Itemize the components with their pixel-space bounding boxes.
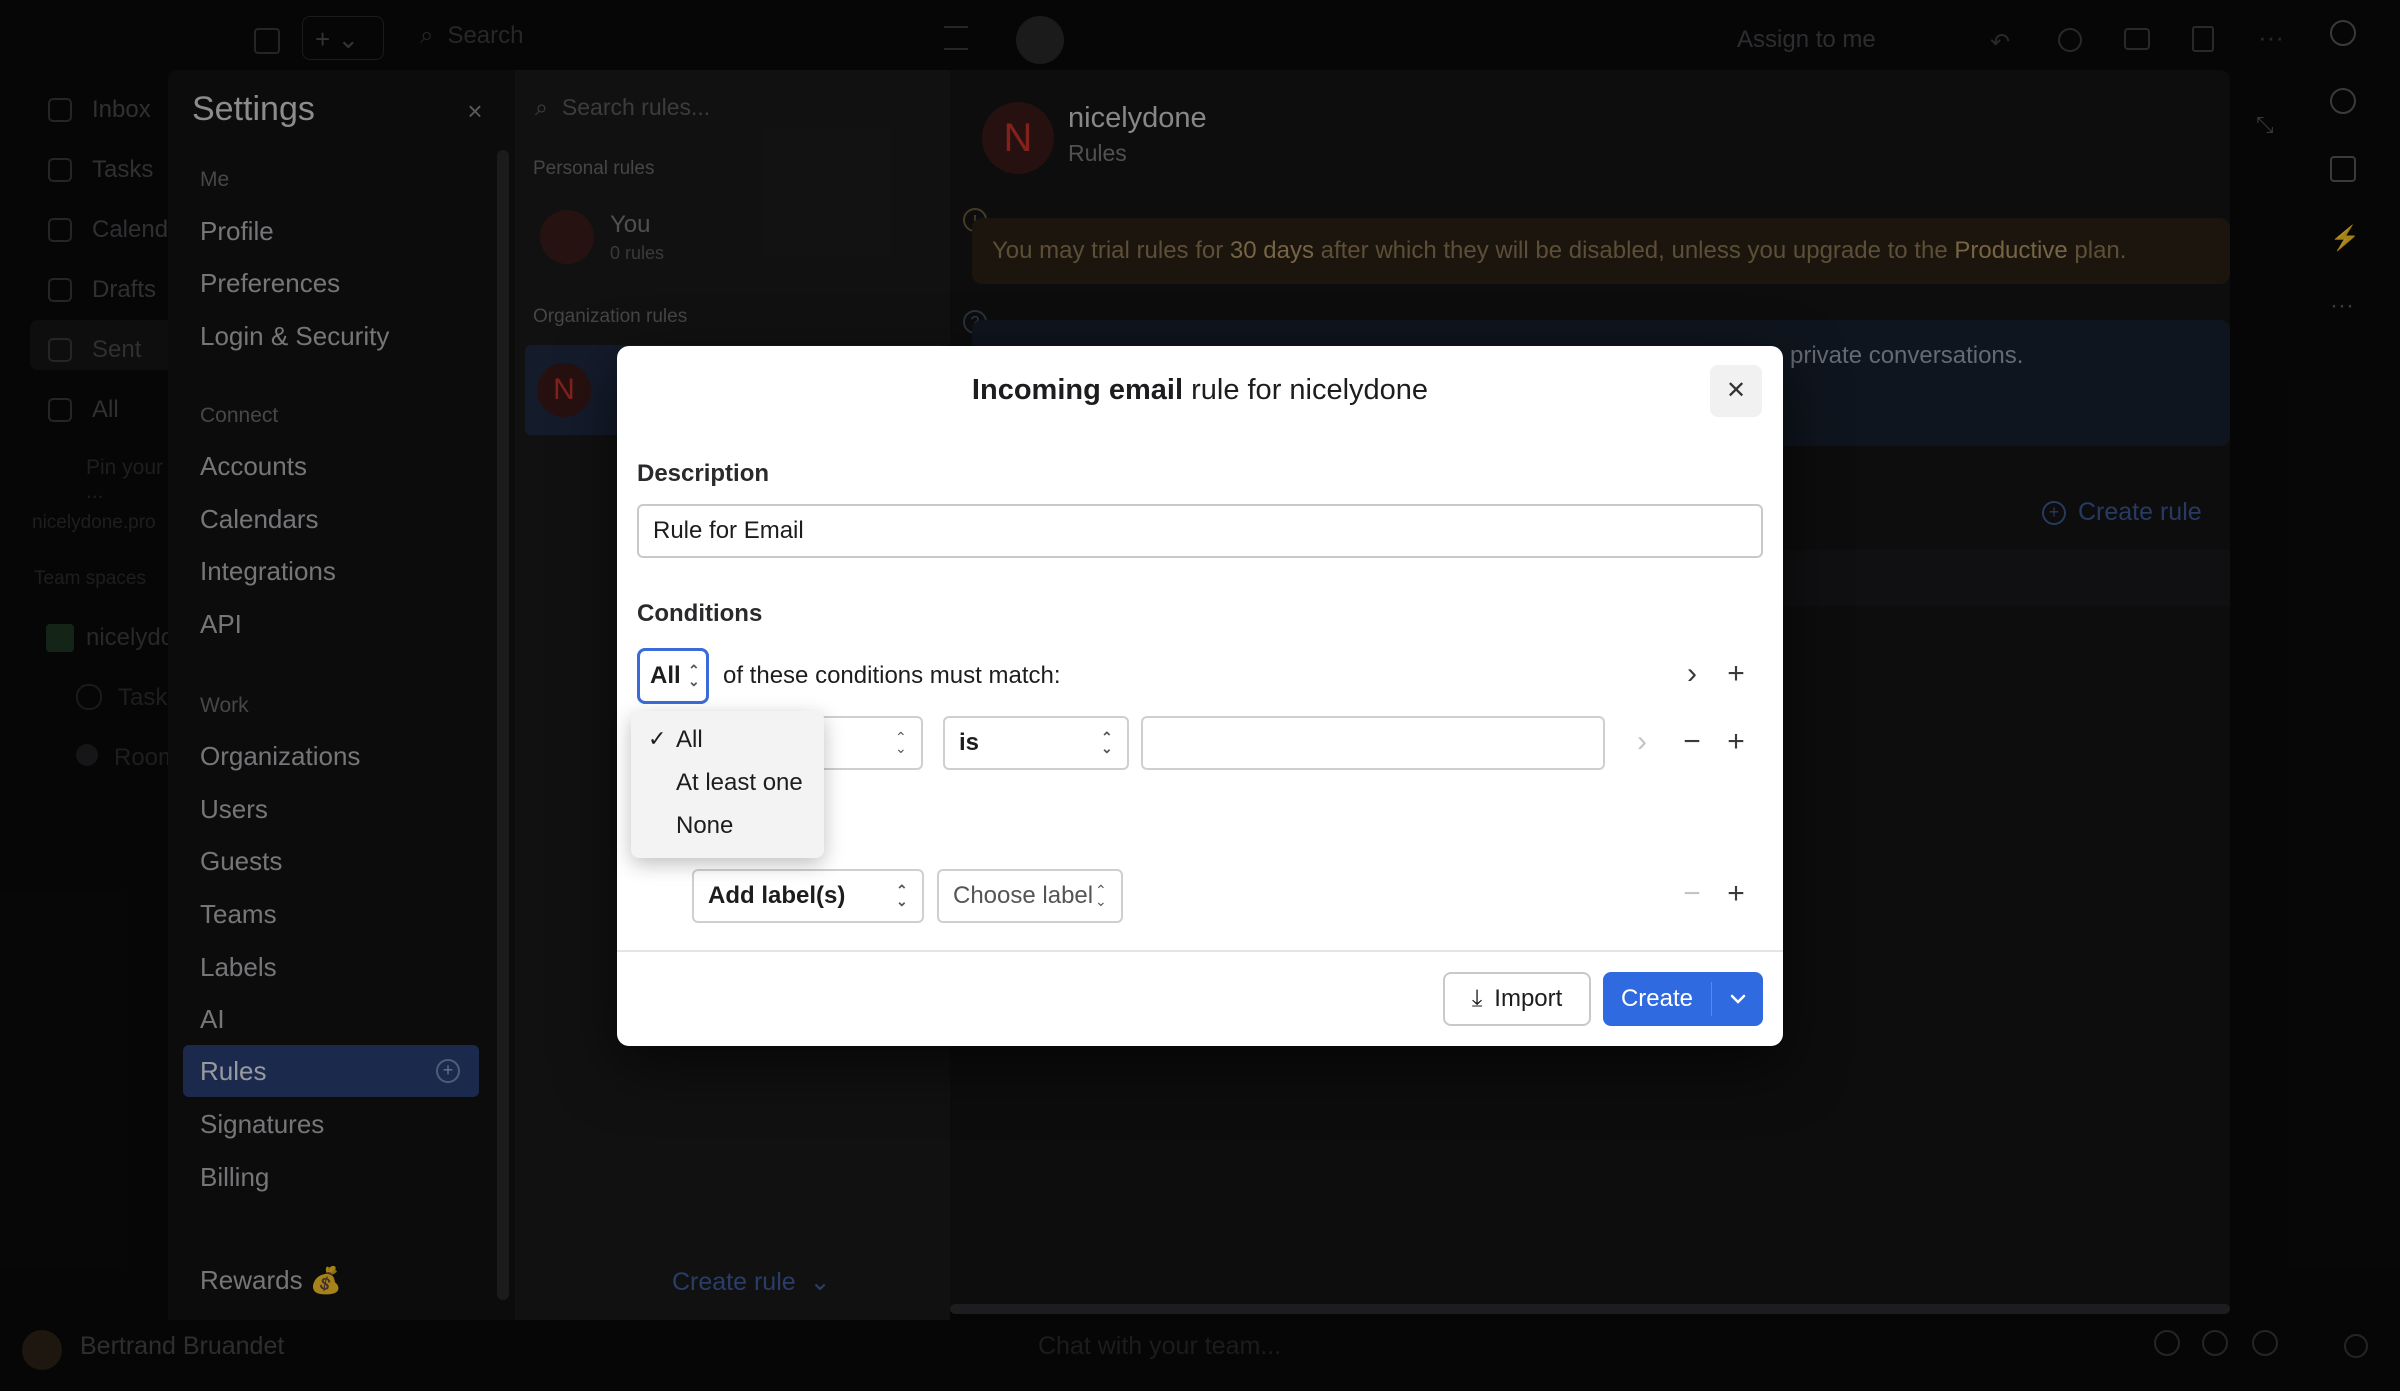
chevron-right-icon[interactable]: › xyxy=(1677,659,1707,690)
chevron-down-icon xyxy=(1730,994,1746,1004)
condition-value-input[interactable] xyxy=(1141,716,1605,770)
import-label: Import xyxy=(1494,985,1563,1012)
remove-action-icon[interactable]: − xyxy=(1677,879,1707,910)
add-condition-icon[interactable]: + xyxy=(1721,727,1751,758)
select-arrows-icon: ⌃ ⌄ xyxy=(1095,882,1107,909)
select-arrows-icon: ⌃ ⌄ xyxy=(896,882,908,909)
action-select[interactable]: Add label(s) ⌃ ⌄ xyxy=(692,869,924,923)
description-input[interactable]: Rule for Email xyxy=(637,504,1763,558)
chevron-right-icon[interactable]: › xyxy=(1627,727,1657,758)
create-label: Create xyxy=(1620,985,1694,1012)
select-arrows-icon: ⌃ ⌄ xyxy=(688,662,700,689)
match-mode-dropdown: ✓ All At least one None xyxy=(631,711,824,858)
remove-condition-icon[interactable]: − xyxy=(1677,727,1707,758)
match-mode-select[interactable]: All ⌃ ⌄ xyxy=(637,648,709,704)
modal-title: Incoming email rule for nicelydone xyxy=(617,374,1783,407)
add-action-icon[interactable]: + xyxy=(1721,879,1751,910)
description-label: Description xyxy=(637,460,770,487)
create-options-button[interactable] xyxy=(1713,972,1763,1026)
conditions-label: Conditions xyxy=(637,600,763,627)
button-separator xyxy=(1711,982,1712,1016)
select-arrows-icon: ⌃ ⌄ xyxy=(1101,729,1113,756)
modal-title-strong: Incoming email xyxy=(971,374,1184,406)
match-mode-text: of these conditions must match: xyxy=(723,662,1061,689)
close-modal-button[interactable]: ✕ xyxy=(1710,365,1762,417)
check-icon: ✓ xyxy=(648,726,667,751)
close-icon: ✕ xyxy=(1725,377,1747,404)
rule-editor-modal: Incoming email rule for nicelydone ✕ Des… xyxy=(617,346,1783,1046)
modal-footer-divider xyxy=(617,950,1783,952)
label-placeholder: Choose label xyxy=(953,882,1094,909)
select-arrows-icon: ⌃ ⌄ xyxy=(895,729,907,756)
match-mode-value: All xyxy=(650,662,681,689)
dropdown-option-none[interactable]: None xyxy=(676,812,733,840)
condition-operator-select[interactable]: is ⌃ ⌄ xyxy=(943,716,1129,770)
dropdown-option-all[interactable]: All xyxy=(676,726,703,754)
modal-title-rest: rule for nicelydone xyxy=(1183,374,1429,406)
download-icon: ⤓ xyxy=(1471,985,1483,1012)
add-condition-icon[interactable]: + xyxy=(1721,659,1751,690)
import-button[interactable]: ⤓ Import xyxy=(1443,972,1591,1026)
label-select[interactable]: Choose label ⌃ ⌄ xyxy=(937,869,1123,923)
dropdown-option-at-least-one[interactable]: At least one xyxy=(676,769,803,797)
create-button[interactable]: Create xyxy=(1603,972,1763,1026)
operator-value: is xyxy=(959,729,980,756)
action-value: Add label(s) xyxy=(708,882,846,909)
